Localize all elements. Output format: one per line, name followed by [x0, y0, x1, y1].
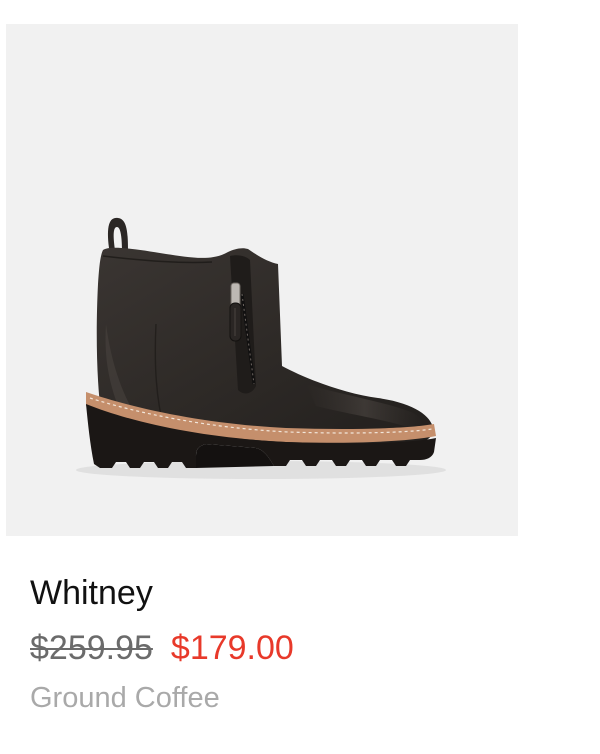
price-row: $259.95 $179.00	[30, 627, 294, 669]
sale-price: $179.00	[170, 629, 294, 667]
color-name: Ground Coffee	[30, 682, 220, 714]
original-price: $259.95	[30, 629, 153, 667]
ankle-boot-icon	[76, 217, 446, 479]
product-name[interactable]: Whitney	[30, 573, 153, 613]
product-card[interactable]: Whitney $259.95 $179.00 Ground Coffee	[0, 0, 600, 754]
product-image[interactable]	[6, 24, 518, 536]
